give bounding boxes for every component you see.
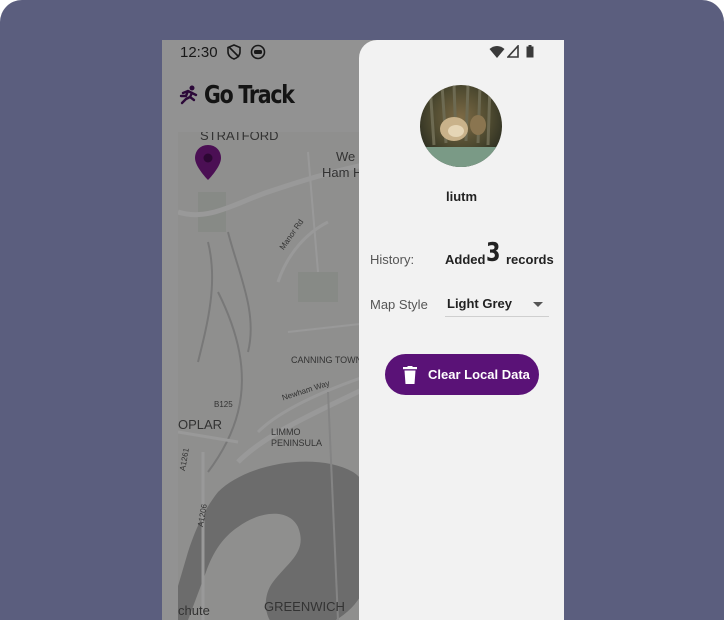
- navigation-drawer: liutm History: Added 3 records Map Style…: [359, 40, 564, 620]
- battery-icon: [526, 45, 534, 58]
- wifi-icon: [489, 46, 505, 58]
- history-count: 3: [486, 238, 501, 268]
- map-style-value: Light Grey: [447, 296, 513, 311]
- avatar[interactable]: [420, 85, 502, 167]
- device-background: 12:30 Go Track STRATFORD We Ham H Manor …: [0, 0, 724, 620]
- signal-icon: [507, 45, 519, 58]
- history-added-text: Added: [445, 252, 486, 267]
- phone-screen: 12:30 Go Track STRATFORD We Ham H Manor …: [162, 40, 564, 620]
- avatar-image: [420, 85, 502, 167]
- map-style-label: Map Style: [370, 297, 428, 312]
- history-records-text: records: [506, 252, 554, 267]
- caret-down-icon: [533, 302, 543, 307]
- history-label: History:: [370, 252, 415, 267]
- username: liutm: [445, 189, 478, 204]
- map-style-select[interactable]: Light Grey: [445, 292, 549, 317]
- clear-local-data-button[interactable]: Clear Local Data: [385, 354, 539, 395]
- clear-local-data-label: Clear Local Data: [428, 367, 530, 382]
- trash-icon: [403, 366, 417, 384]
